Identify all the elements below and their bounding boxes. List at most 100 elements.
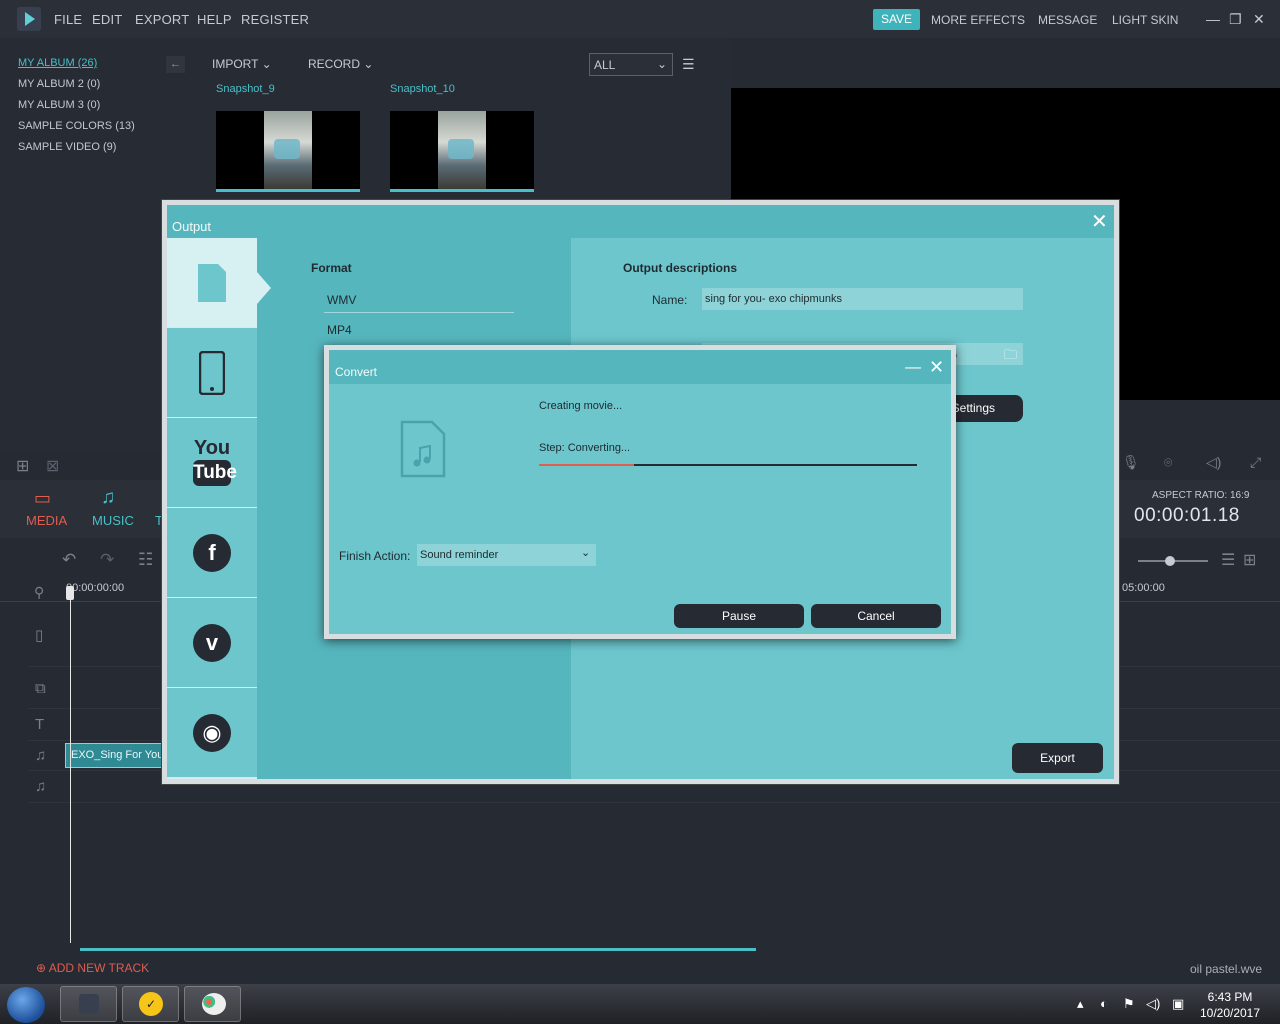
filter-select[interactable]: ALL ⌄ — [589, 53, 673, 76]
thumbnail-label: Snapshot_10 — [390, 83, 455, 95]
menu-help[interactable]: HELP — [197, 12, 232, 27]
music-note-icon: ♫ — [35, 747, 47, 764]
step-text: Step: Converting... — [539, 442, 631, 454]
youtube-icon: You — [193, 437, 231, 459]
maximize-icon[interactable]: ❐ — [1229, 11, 1242, 28]
finish-action-label: Finish Action: — [339, 549, 411, 563]
folder-icon[interactable]: 🗀 — [1004, 346, 1017, 368]
import-dropdown[interactable]: IMPORT ⌄ — [212, 57, 272, 71]
format-wmv[interactable]: WMV — [327, 293, 356, 307]
zoom-slider-handle[interactable] — [1165, 556, 1175, 566]
name-input[interactable] — [702, 288, 1023, 310]
grid-icon[interactable]: ⊞ — [1243, 550, 1256, 570]
album-my-album-2[interactable]: MY ALBUM 2 (0) — [18, 78, 100, 90]
nav-dvd[interactable]: ◉ — [167, 688, 257, 777]
album-my-album[interactable]: MY ALBUM (26) — [18, 57, 97, 69]
status-text: Creating movie... — [539, 400, 623, 412]
save-button[interactable]: SAVE — [873, 9, 920, 30]
album-sample-colors[interactable]: SAMPLE COLORS (13) — [18, 120, 135, 132]
adjust-icon[interactable]: ☷ — [138, 550, 153, 570]
menu-register[interactable]: REGISTER — [241, 12, 309, 27]
clock-date[interactable]: 10/20/2017 — [1196, 1006, 1264, 1020]
pause-button[interactable]: Pause — [674, 604, 804, 628]
cancel-button[interactable]: Cancel — [811, 604, 941, 628]
chevron-down-icon: ⌄ — [656, 57, 667, 71]
vimeo-icon: v — [193, 624, 231, 662]
fullscreen-icon[interactable]: ⤢ — [1250, 454, 1261, 471]
more-effects-link[interactable]: MORE EFFECTS — [931, 13, 1025, 27]
chevron-down-icon[interactable]: ⌄ — [581, 546, 590, 559]
collapse-panel-button[interactable]: ← — [166, 56, 185, 73]
tray-volume-icon[interactable]: ◁) — [1146, 996, 1160, 1012]
nav-vimeo[interactable]: v — [167, 598, 257, 687]
redo-icon[interactable]: ↷ — [100, 550, 114, 570]
start-button[interactable] — [7, 987, 45, 1023]
nav-facebook[interactable]: f — [167, 508, 257, 597]
app-logo-icon[interactable] — [17, 7, 41, 31]
thumbnail-label: Snapshot_9 — [216, 83, 275, 95]
output-title-bar: Output ✕ — [167, 205, 1114, 238]
snap-icon[interactable]: ⚲ — [34, 584, 44, 601]
add-folder-icon[interactable]: ⊞ — [16, 456, 29, 476]
list-view-icon[interactable]: ☰ — [682, 56, 695, 73]
taskbar-app-paint[interactable] — [184, 986, 241, 1022]
microphone-icon[interactable]: 🎙 — [1122, 454, 1140, 471]
media-thumbnail[interactable] — [390, 111, 534, 192]
light-skin-link[interactable]: LIGHT SKIN — [1112, 13, 1178, 27]
taskbar-app-norton[interactable]: ✓ — [122, 986, 179, 1022]
tab-music[interactable]: MUSIC — [92, 513, 134, 528]
menu-edit[interactable]: EDIT — [92, 12, 122, 27]
message-link[interactable]: MESSAGE — [1038, 13, 1097, 27]
music-icon: ♫ — [101, 487, 116, 508]
nav-device[interactable] — [167, 328, 257, 417]
taskbar-app-filmora[interactable] — [60, 986, 117, 1022]
tray-weather-icon[interactable]: ◐ — [1100, 996, 1108, 1011]
output-title: Output — [172, 219, 212, 234]
playhead-handle[interactable] — [66, 586, 74, 600]
convert-dialog: Convert — ✕ Creating movie... Step: Conv… — [324, 345, 956, 639]
overlay-icon: ⧉ — [35, 680, 46, 697]
finish-action-select[interactable]: Sound reminder — [417, 544, 596, 566]
format-mp4[interactable]: MP4 — [327, 323, 352, 337]
windows-taskbar: ✓ ▴ ◐ ⚑ ◁) ▣ 6:43 PM 10/20/2017 — [0, 984, 1280, 1024]
album-my-album-3[interactable]: MY ALBUM 3 (0) — [18, 99, 100, 111]
format-divider — [324, 312, 514, 313]
list-icon[interactable]: ☰ — [1221, 550, 1235, 570]
record-dropdown[interactable]: RECORD ⌄ — [308, 57, 373, 71]
tray-expand-icon[interactable]: ▴ — [1077, 996, 1084, 1012]
aspect-ratio-label: ASPECT RATIO: 16:9 — [1152, 490, 1250, 501]
facebook-icon: f — [193, 534, 231, 572]
timeline-scrollbar[interactable] — [80, 948, 756, 951]
media-thumbnail[interactable] — [216, 111, 360, 192]
filmora-icon — [79, 994, 99, 1014]
camera-icon[interactable]: ⌾ — [1164, 454, 1172, 471]
close-icon[interactable]: ✕ — [929, 358, 944, 376]
album-sample-video[interactable]: SAMPLE VIDEO (9) — [18, 141, 116, 153]
name-label: Name: — [652, 293, 688, 307]
volume-icon[interactable]: ◁) — [1206, 454, 1221, 471]
clock-time[interactable]: 6:43 PM — [1200, 990, 1260, 1004]
close-icon[interactable]: ✕ — [1253, 11, 1265, 28]
undo-icon[interactable]: ↶ — [62, 550, 76, 570]
preview-timecode: 00:00:01.18 — [1134, 505, 1240, 526]
menu-file[interactable]: FILE — [54, 12, 82, 27]
minimize-icon[interactable]: — — [905, 359, 921, 377]
convert-title: Convert — [335, 365, 378, 379]
text-icon: T — [35, 716, 45, 733]
audio-clip[interactable]: EXO_Sing For You — [65, 743, 162, 768]
delete-folder-icon[interactable]: ⊠ — [46, 456, 59, 476]
output-close-icon[interactable]: ✕ — [1091, 212, 1108, 232]
add-new-track-button[interactable]: ⊕ ADD NEW TRACK — [36, 961, 149, 975]
nav-format[interactable] — [167, 238, 257, 327]
minimize-icon[interactable]: — — [1206, 11, 1220, 27]
export-button[interactable]: Export — [1012, 743, 1103, 773]
menu-export[interactable]: EXPORT — [135, 12, 189, 27]
youtube-tube-icon: Tube — [193, 460, 237, 486]
playhead[interactable] — [70, 588, 71, 943]
tray-flag-icon[interactable]: ⚑ — [1123, 996, 1135, 1012]
tray-network-icon[interactable]: ▣ — [1172, 996, 1184, 1012]
tab-media[interactable]: MEDIA — [26, 513, 67, 528]
video-frame — [438, 111, 486, 189]
nav-youtube[interactable]: You Tube — [167, 418, 257, 507]
menu-bar: FILE EDIT EXPORT HELP REGISTER SAVE MORE… — [0, 0, 1280, 38]
